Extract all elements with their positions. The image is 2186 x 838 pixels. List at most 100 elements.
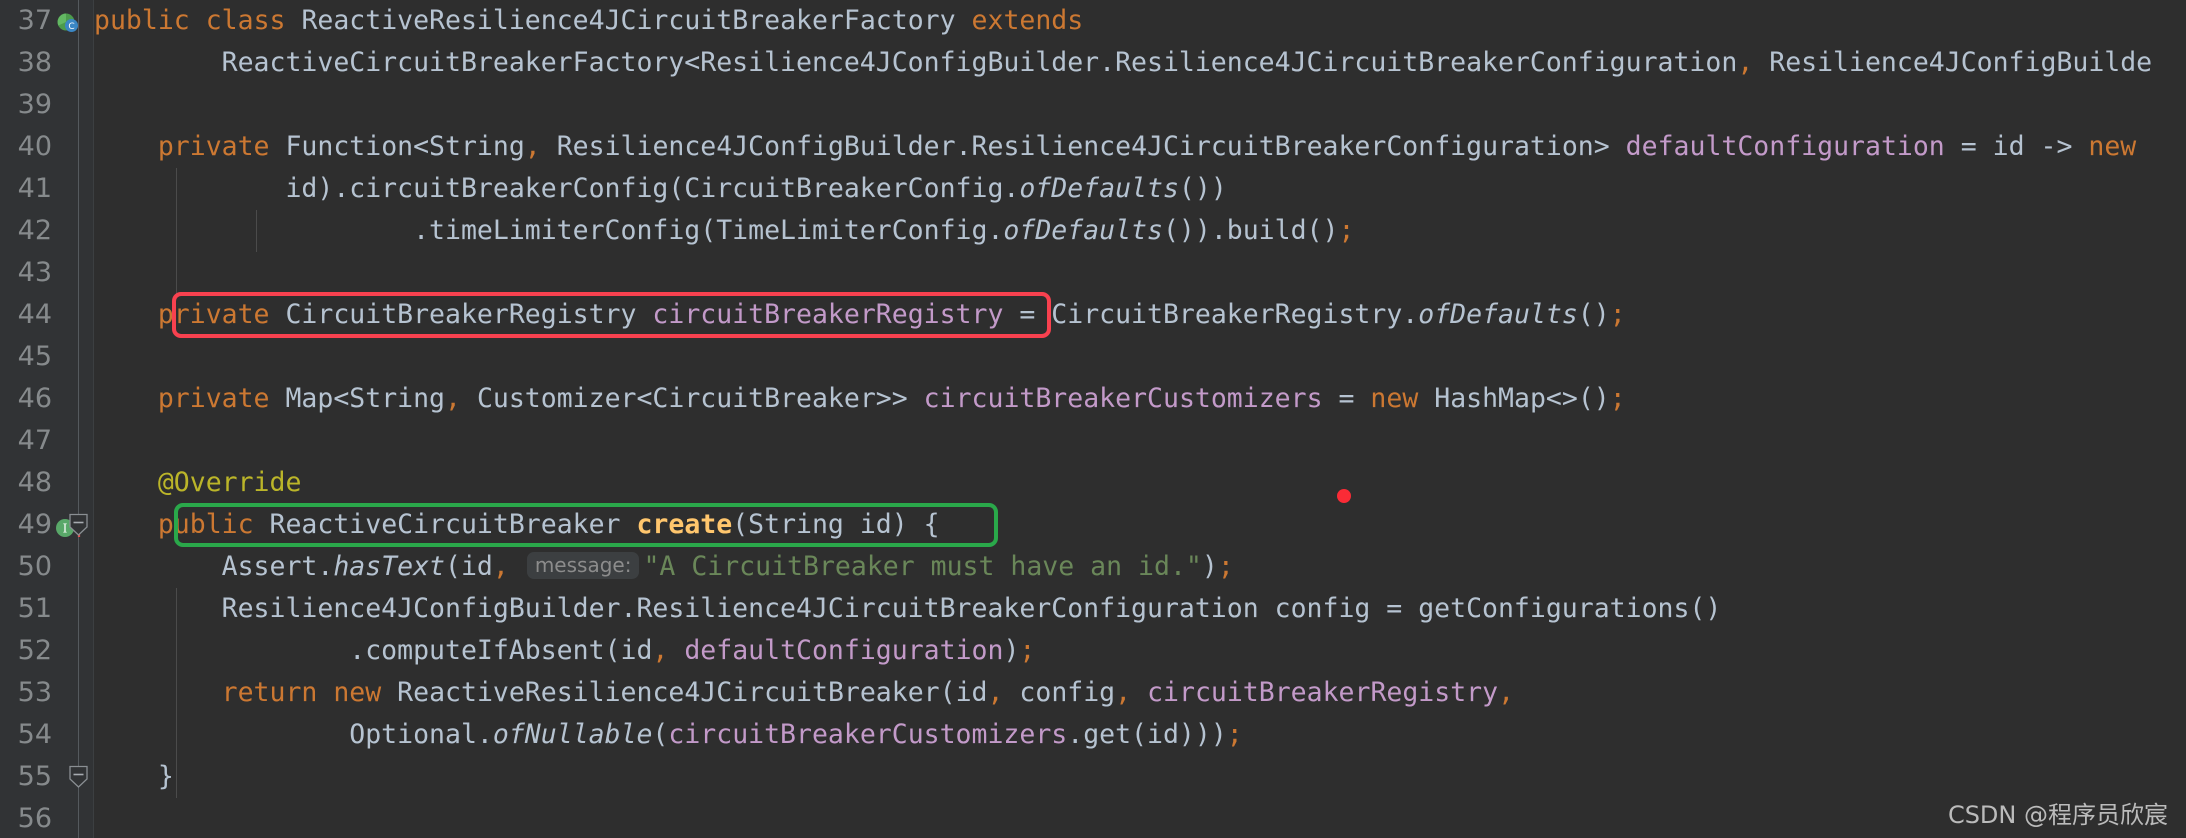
- gutter-line-56[interactable]: 56: [0, 798, 93, 838]
- code-token: CircuitBreakerRegistry: [269, 299, 653, 330]
- code-token: (id: [445, 551, 493, 582]
- line-number: 53: [17, 677, 52, 708]
- code-line-38[interactable]: ReactiveCircuitBreakerFactory<Resilience…: [94, 42, 2186, 84]
- line-number: 42: [17, 215, 52, 246]
- gutter-marker-area[interactable]: [56, 210, 94, 252]
- code-viewport[interactable]: public class ReactiveResilience4JCircuit…: [94, 0, 2186, 838]
- gutter-line-39[interactable]: 39: [0, 84, 93, 126]
- code-fold-handle-55[interactable]: [68, 765, 89, 789]
- editor-gutter[interactable]: 37 C 38 39 40 41 42 43 44 45 46 47 48 49 I 50 51 52 53 54 55…: [0, 0, 94, 838]
- gutter-marker-area[interactable]: [56, 336, 94, 378]
- gutter-line-52[interactable]: 52: [0, 630, 93, 672]
- gutter-line-53[interactable]: 53: [0, 672, 93, 714]
- code-line-45[interactable]: [94, 336, 2186, 378]
- gutter-line-51[interactable]: 51: [0, 588, 93, 630]
- code-editor[interactable]: 37 C 38 39 40 41 42 43 44 45 46 47 48 49 I 50 51 52 53 54 55…: [0, 0, 2186, 838]
- code-line-52[interactable]: .computeIfAbsent(id, defaultConfiguratio…: [94, 630, 2186, 672]
- caret-dot-marker: [1337, 489, 1351, 503]
- code-line-53[interactable]: return new ReactiveResilience4JCircuitBr…: [94, 672, 2186, 714]
- gutter-marker-area[interactable]: [56, 252, 94, 294]
- gutter-marker-area[interactable]: [56, 714, 94, 756]
- code-token: ()): [1178, 173, 1227, 204]
- code-token: ofDefaults: [1019, 173, 1179, 204]
- line-number: 52: [17, 635, 52, 666]
- gutter-line-38[interactable]: 38: [0, 42, 93, 84]
- gutter-marker-area[interactable]: [56, 462, 94, 504]
- gutter-marker-area[interactable]: [56, 42, 94, 84]
- svg-text:I: I: [63, 522, 68, 536]
- gutter-line-44[interactable]: 44: [0, 294, 93, 336]
- gutter-line-50[interactable]: 50: [0, 546, 93, 588]
- code-token: defaultConfiguration: [1625, 131, 1945, 162]
- code-line-54[interactable]: Optional.ofNullable(circuitBreakerCustom…: [94, 714, 2186, 756]
- gutter-marker-area[interactable]: [56, 630, 94, 672]
- code-line-42[interactable]: .timeLimiterConfig(TimeLimiterConfig.ofD…: [94, 210, 2186, 252]
- gutter-marker-area[interactable]: [56, 168, 94, 210]
- gutter-marker-area[interactable]: [56, 84, 94, 126]
- code-line-50[interactable]: Assert.hasText(id, message: "A CircuitBre…: [94, 546, 2186, 588]
- gutter-marker-area[interactable]: [56, 588, 94, 630]
- code-token: ,: [492, 551, 509, 582]
- code-line-43[interactable]: [94, 252, 2186, 294]
- gutter-line-37[interactable]: 37 C: [0, 0, 93, 42]
- gutter-marker-area[interactable]: [56, 546, 94, 588]
- gutter-marker-area[interactable]: [56, 420, 94, 462]
- gutter-line-40[interactable]: 40: [0, 126, 93, 168]
- code-token: ofDefaults: [1003, 215, 1163, 246]
- gutter-marker-area[interactable]: C: [56, 0, 94, 42]
- code-line-48[interactable]: @Override: [94, 462, 2186, 504]
- code-line-46[interactable]: private Map<String, Customizer<CircuitBr…: [94, 378, 2186, 420]
- code-fold-handle-49[interactable]: [68, 513, 89, 537]
- gutter-marker-area[interactable]: [56, 378, 94, 420]
- code-line-37[interactable]: public class ReactiveResilience4JCircuit…: [94, 0, 2186, 42]
- gutter-marker-area[interactable]: [56, 798, 94, 838]
- gutter-marker-area[interactable]: [56, 126, 94, 168]
- line-number: 56: [17, 803, 52, 834]
- line-number: 55: [17, 761, 52, 792]
- line-number: 48: [17, 467, 52, 498]
- code-token: = CircuitBreakerRegistry.: [1003, 299, 1419, 330]
- code-token: Optional.: [94, 719, 493, 750]
- code-line-56[interactable]: [94, 798, 2186, 838]
- code-token: ofDefaults: [1418, 299, 1578, 330]
- gutter-line-41[interactable]: 41: [0, 168, 93, 210]
- gutter-line-42[interactable]: 42: [0, 210, 93, 252]
- code-token: private: [157, 131, 270, 162]
- gutter-marker-area[interactable]: [56, 672, 94, 714]
- code-line-44[interactable]: private CircuitBreakerRegistry circuitBr…: [94, 294, 2186, 336]
- gutter-line-46[interactable]: 46: [0, 378, 93, 420]
- code-token: ReactiveResilience4JCircuitBreaker(id: [381, 677, 988, 708]
- code-token: id).circuitBreakerConfig(CircuitBreakerC…: [94, 173, 1020, 204]
- class-marker-icon[interactable]: C: [56, 9, 80, 33]
- code-token: ;: [1019, 635, 1036, 666]
- code-token: ,: [1737, 47, 1754, 78]
- code-token: = id ->: [1944, 131, 2089, 162]
- code-token: config: [1003, 677, 1116, 708]
- code-token: .get(id))): [1067, 719, 1227, 750]
- code-token: }: [94, 761, 174, 792]
- gutter-line-43[interactable]: 43: [0, 252, 93, 294]
- code-line-41[interactable]: id).circuitBreakerConfig(CircuitBreakerC…: [94, 168, 2186, 210]
- code-line-39[interactable]: [94, 84, 2186, 126]
- code-line-49[interactable]: public ReactiveCircuitBreaker create(Str…: [94, 504, 2186, 546]
- code-line-40[interactable]: private Function<String, Resilience4JCon…: [94, 126, 2186, 168]
- gutter-marker-area[interactable]: [56, 294, 94, 336]
- line-number: 43: [17, 257, 52, 288]
- gutter-line-47[interactable]: 47: [0, 420, 93, 462]
- gutter-line-48[interactable]: 48: [0, 462, 93, 504]
- code-token: (String id) {: [732, 509, 940, 540]
- gutter-line-54[interactable]: 54: [0, 714, 93, 756]
- code-line-55[interactable]: }: [94, 756, 2186, 798]
- code-token: ReactiveResilience4JCircuitBreakerFactor…: [285, 5, 972, 36]
- code-token: create: [636, 509, 733, 540]
- code-token: Map<String: [269, 383, 446, 414]
- code-line-47[interactable]: [94, 420, 2186, 462]
- code-content[interactable]: public class ReactiveResilience4JCircuit…: [94, 0, 2186, 838]
- parameter-hint-message[interactable]: message:: [526, 552, 640, 579]
- gutter-line-45[interactable]: 45: [0, 336, 93, 378]
- code-line-51[interactable]: Resilience4JConfigBuilder.Resilience4JCi…: [94, 588, 2186, 630]
